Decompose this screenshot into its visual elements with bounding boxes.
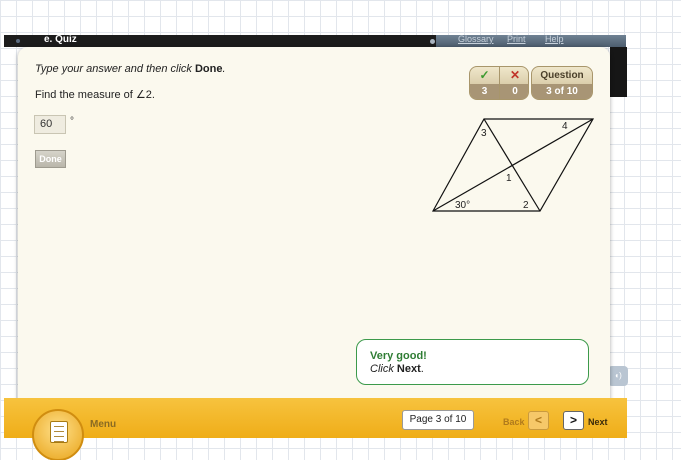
score-box: ✓ 3 ✕ 0 xyxy=(469,66,529,100)
answer-input[interactable]: 60 xyxy=(34,115,66,134)
instruction-done-word: Done xyxy=(194,63,223,75)
glossary-link[interactable]: Glossary xyxy=(458,34,494,44)
feedback-title: Very good! xyxy=(370,350,427,362)
menu-button[interactable] xyxy=(32,409,84,460)
degree-symbol: ° xyxy=(70,116,74,127)
angle-4-label: 4 xyxy=(562,121,568,132)
check-icon: ✓ xyxy=(479,68,490,82)
quiz-panel: Type your answer and then click Done. Fi… xyxy=(18,47,610,409)
back-button[interactable]: < xyxy=(528,411,549,430)
feedback-message: Click Next. xyxy=(370,363,424,375)
angle-1-label: 1 xyxy=(506,173,512,184)
done-button[interactable]: Done xyxy=(35,150,66,168)
next-label[interactable]: Next xyxy=(588,417,608,427)
right-dark-strip xyxy=(610,47,627,97)
correct-count: 3 xyxy=(470,84,499,99)
print-link[interactable]: Print xyxy=(507,34,526,44)
top-nav: Glossary Print Help xyxy=(430,34,626,47)
help-link[interactable]: Help xyxy=(545,34,564,44)
wrong-count: 0 xyxy=(500,84,528,99)
diagonal-line xyxy=(483,118,541,212)
angle-30-label: 30° xyxy=(455,200,470,211)
app-title: e. Quiz xyxy=(44,34,77,45)
instruction-text: Type your answer and then click Done. xyxy=(35,63,226,75)
angle-2-label: 2 xyxy=(523,200,529,211)
question-text: Find the measure of ∠2. xyxy=(35,89,155,101)
feedback-box: Very good! Click Next. xyxy=(356,339,589,385)
side-audio-icon[interactable]: ◖) xyxy=(608,366,628,386)
parallelogram-diagram: 3 4 1 2 30° xyxy=(431,118,595,212)
notepad-icon xyxy=(50,421,68,443)
question-progress: 3 of 10 xyxy=(532,84,592,99)
back-label[interactable]: Back xyxy=(503,417,525,427)
menu-label[interactable]: Menu xyxy=(90,419,116,430)
next-button[interactable]: > xyxy=(563,411,584,430)
window-dot-icon xyxy=(16,39,20,43)
cross-icon: ✕ xyxy=(509,68,521,82)
page-indicator: Page 3 of 10 xyxy=(402,410,474,430)
question-label: Question xyxy=(540,70,584,81)
question-counter: Question 3 of 10 xyxy=(531,66,593,100)
angle-3-label: 3 xyxy=(481,128,487,139)
diagonal-line xyxy=(432,118,594,212)
nav-knob-icon xyxy=(430,39,435,44)
